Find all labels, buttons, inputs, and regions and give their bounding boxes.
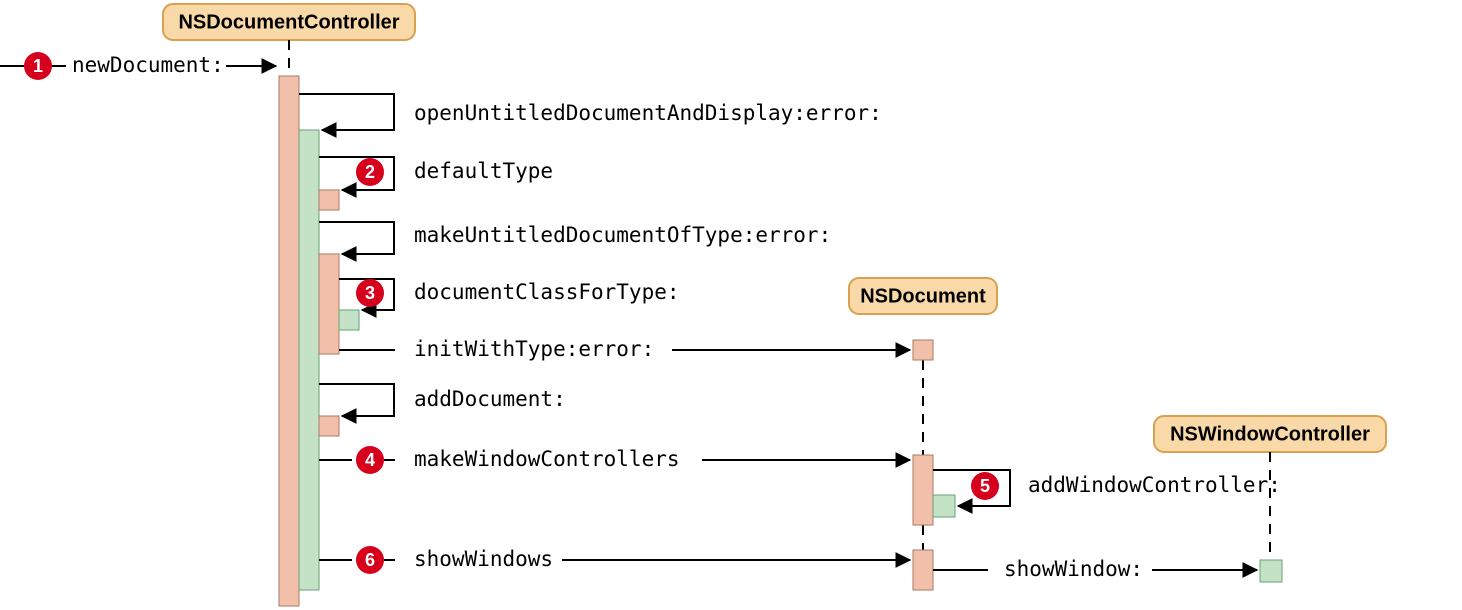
svg-text:5: 5 — [980, 476, 990, 496]
class-box-document: NSDocument — [849, 278, 997, 314]
activation-controller-l3 — [319, 254, 339, 354]
svg-text:6: 6 — [365, 550, 375, 570]
activation-docclass — [339, 310, 359, 330]
msg-showwindow: showWindow: — [933, 557, 1257, 581]
msg-showwindows: 6 showWindows — [319, 546, 910, 574]
class-label-document: NSDocument — [860, 285, 986, 307]
svg-text:showWindows: showWindows — [414, 547, 553, 571]
svg-text:3: 3 — [365, 283, 375, 303]
svg-text:addWindowController:: addWindowController: — [1028, 473, 1281, 497]
svg-text:2: 2 — [365, 162, 375, 182]
svg-text:openUntitledDocumentAndDisplay: openUntitledDocumentAndDisplay:error: — [414, 101, 882, 125]
svg-text:4: 4 — [365, 450, 375, 470]
activation-defaulttype — [319, 190, 339, 210]
activation-makewinctrls — [913, 455, 933, 525]
msg-makeuntitled: makeUntitledDocumentOfType:error: — [319, 222, 831, 254]
svg-text:documentClassForType:: documentClassForType: — [414, 280, 680, 304]
activation-showwindows — [913, 550, 933, 590]
activation-adddoc — [319, 416, 339, 436]
svg-text:defaultType: defaultType — [414, 159, 553, 183]
svg-text:showWindow:: showWindow: — [1004, 557, 1143, 581]
msg-makewindowcontrollers: 4 makeWindowControllers — [319, 446, 910, 474]
svg-text:makeUntitledDocumentOfType:err: makeUntitledDocumentOfType:error: — [414, 223, 831, 247]
class-box-controller: NSDocumentController — [163, 4, 415, 40]
activation-initwithtype — [913, 340, 933, 360]
class-label-window: NSWindowController — [1170, 423, 1370, 445]
msg-addwindowcontroller: 5 addWindowController: — [933, 470, 1281, 506]
class-label-controller: NSDocumentController — [178, 11, 399, 33]
msg-openuntitled: openUntitledDocumentAndDisplay:error: — [299, 94, 882, 130]
svg-text:1: 1 — [33, 56, 43, 76]
msg-defaulttype: 2 defaultType — [319, 157, 553, 190]
sequence-diagram: NSDocumentController NSDocument NSWindow… — [0, 0, 1462, 610]
activation-addwinctrl — [933, 495, 955, 517]
activation-showwindow — [1260, 560, 1282, 582]
msg-docclassfortype: 3 documentClassForType: — [339, 279, 680, 310]
svg-text:initWithType:error:: initWithType:error: — [414, 337, 654, 361]
svg-text:addDocument:: addDocument: — [414, 387, 566, 411]
msg-adddocument: addDocument: — [319, 384, 566, 416]
activation-controller-l2 — [299, 130, 319, 590]
svg-text:makeWindowControllers: makeWindowControllers — [414, 447, 680, 471]
msg-initwithtype: initWithType:error: — [339, 337, 910, 361]
class-box-window: NSWindowController — [1154, 416, 1386, 452]
svg-text:newDocument:: newDocument: — [72, 53, 224, 77]
msg-newdocument: 1 newDocument: — [0, 52, 276, 80]
activation-controller-outer — [279, 76, 299, 606]
